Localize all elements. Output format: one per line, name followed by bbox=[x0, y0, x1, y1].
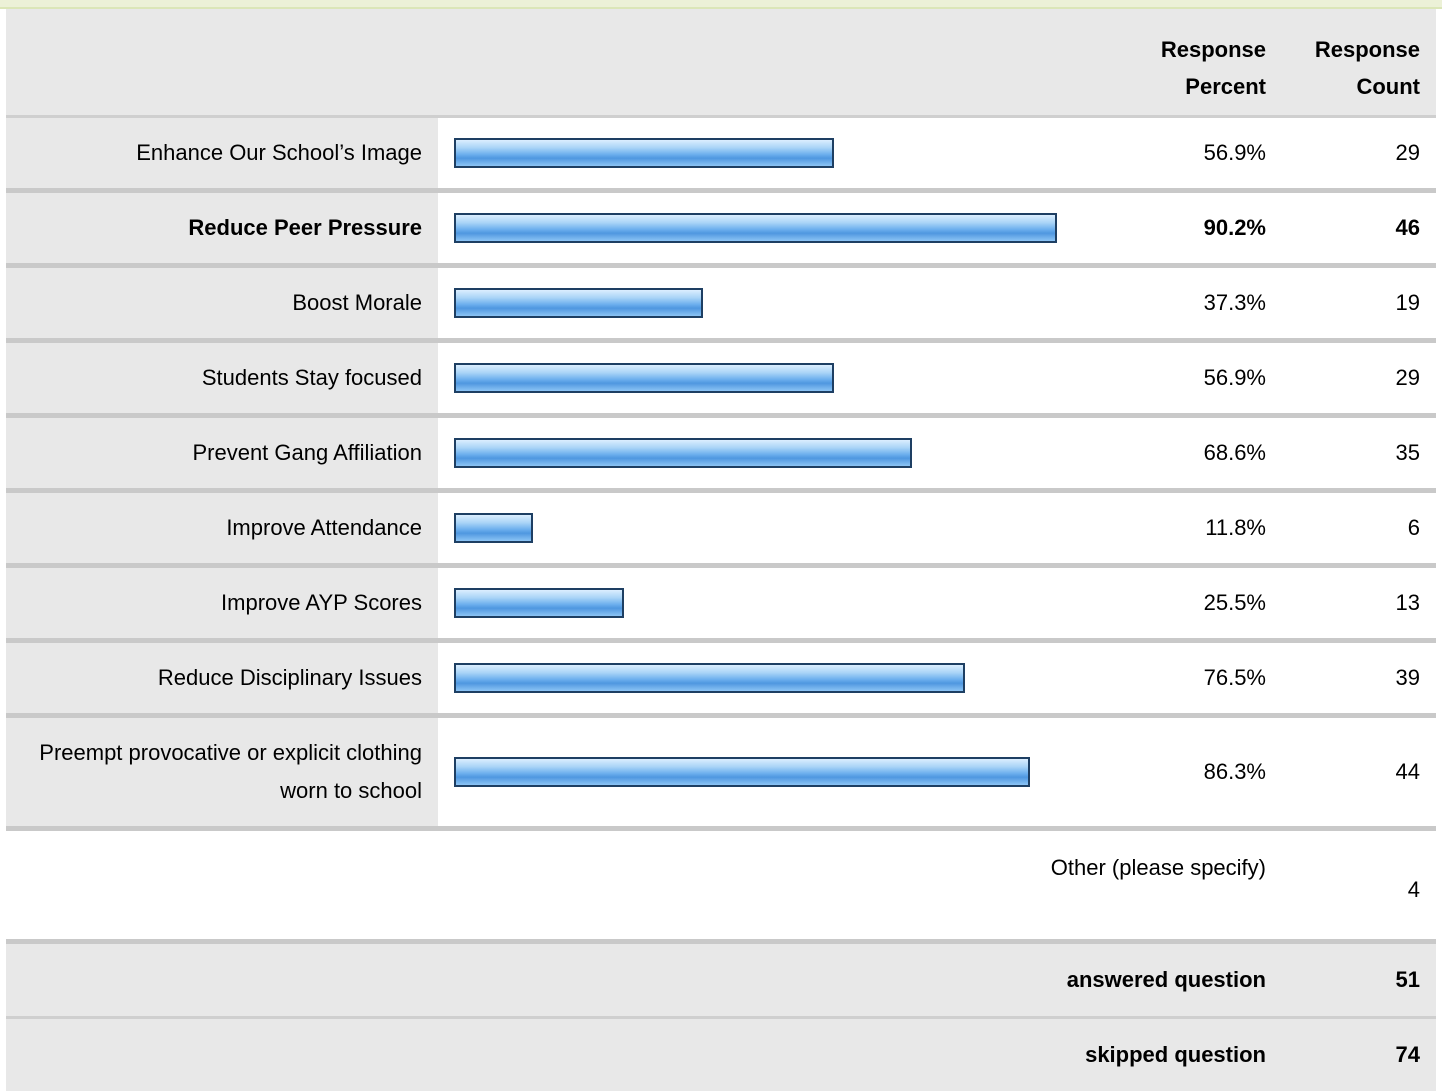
answer-label-cell: Preempt provocative or explicit clothing… bbox=[6, 718, 438, 826]
response-bar bbox=[454, 663, 965, 693]
answer-label-cell: Reduce Peer Pressure bbox=[6, 193, 438, 263]
response-bar bbox=[454, 588, 624, 618]
response-count: 19 bbox=[1395, 290, 1420, 315]
response-bar bbox=[454, 513, 533, 543]
response-percent: 86.3% bbox=[1203, 759, 1266, 784]
response-bar bbox=[454, 438, 912, 468]
response-percent: 56.9% bbox=[1203, 365, 1266, 390]
answer-label: Enhance Our School’s Image bbox=[136, 140, 422, 165]
answer-label-cell: Improve Attendance bbox=[6, 493, 438, 563]
answer-rows: Enhance Our School’s Image 56.9% 29 Reduce … bbox=[6, 118, 1436, 831]
top-strip bbox=[0, 0, 1442, 9]
answer-label: Improve Attendance bbox=[226, 515, 422, 540]
response-count: 6 bbox=[1407, 515, 1420, 540]
table-row: Preempt provocative or explicit clothing… bbox=[6, 718, 1436, 826]
response-percent: 37.3% bbox=[1203, 290, 1266, 315]
header-response-percent: Response Percent bbox=[1160, 37, 1266, 99]
table-header: Response Percent Response Count bbox=[6, 9, 1436, 115]
bar-track bbox=[454, 663, 1122, 693]
answer-label-cell: Prevent Gang Affiliation bbox=[6, 418, 438, 488]
response-count: 44 bbox=[1395, 759, 1420, 784]
bar-track bbox=[454, 213, 1122, 243]
response-percent: 76.5% bbox=[1203, 665, 1266, 690]
bar-track bbox=[454, 438, 1122, 468]
table-row: Improve AYP Scores 25.5% 13 bbox=[6, 568, 1436, 638]
answer-label-cell: Improve AYP Scores bbox=[6, 568, 438, 638]
answer-label-cell: Enhance Our School’s Image bbox=[6, 118, 438, 188]
bar-track bbox=[454, 363, 1122, 393]
response-percent: 90.2% bbox=[1203, 215, 1266, 240]
response-percent: 25.5% bbox=[1203, 590, 1266, 615]
answered-row: answered question 51 bbox=[6, 944, 1436, 1016]
answer-label-cell: Reduce Disciplinary Issues bbox=[6, 643, 438, 713]
response-bar bbox=[454, 213, 1057, 243]
bar-track bbox=[454, 138, 1122, 168]
response-table: Response Percent Response Count Enhance … bbox=[6, 9, 1436, 1091]
answer-label: Students Stay focused bbox=[201, 365, 422, 390]
response-percent: 11.8% bbox=[1205, 515, 1266, 540]
answer-label-cell: Students Stay focused bbox=[6, 343, 438, 413]
skipped-row: skipped question 74 bbox=[6, 1019, 1436, 1091]
answer-label: Improve AYP Scores bbox=[221, 590, 422, 615]
other-label[interactable]: Other (please specify) bbox=[1051, 855, 1266, 881]
bar-track bbox=[454, 288, 1122, 318]
table-row: Reduce Disciplinary Issues 76.5% 39 bbox=[6, 643, 1436, 713]
bar-track bbox=[454, 757, 1122, 787]
response-count: 39 bbox=[1395, 665, 1420, 690]
response-bar bbox=[454, 138, 834, 168]
response-count: 35 bbox=[1395, 440, 1420, 465]
table-row: Students Stay focused 56.9% 29 bbox=[6, 343, 1436, 413]
bar-track bbox=[454, 588, 1122, 618]
answer-label: Prevent Gang Affiliation bbox=[192, 440, 422, 465]
skipped-value: 74 bbox=[1395, 1042, 1420, 1067]
response-count: 46 bbox=[1395, 215, 1420, 240]
answer-label: Reduce Disciplinary Issues bbox=[157, 665, 422, 690]
response-percent: 68.6% bbox=[1203, 440, 1266, 465]
response-bar bbox=[454, 288, 703, 318]
response-count: 29 bbox=[1395, 140, 1420, 165]
bar-track bbox=[454, 513, 1122, 543]
response-bar bbox=[454, 757, 1030, 787]
answer-label-cell: Boost Morale bbox=[6, 268, 438, 338]
other-row: Other (please specify) 4 bbox=[6, 831, 1436, 939]
skipped-label: skipped question bbox=[1085, 1042, 1266, 1067]
answered-value: 51 bbox=[1395, 967, 1420, 992]
table-row: Boost Morale 37.3% 19 bbox=[6, 268, 1436, 338]
answer-label: Preempt provocative or explicit clothing… bbox=[39, 740, 422, 803]
response-count: 29 bbox=[1395, 365, 1420, 390]
response-count: 13 bbox=[1395, 590, 1420, 615]
table-row: Improve Attendance 11.8% 6 bbox=[6, 493, 1436, 563]
response-percent: 56.9% bbox=[1203, 140, 1266, 165]
table-row: Reduce Peer Pressure 90.2% 46 bbox=[6, 193, 1436, 263]
answer-label: Boost Morale bbox=[292, 290, 422, 315]
header-response-count: Response Count bbox=[1314, 37, 1420, 99]
table-row: Enhance Our School’s Image 56.9% 29 bbox=[6, 118, 1436, 188]
table-row: Prevent Gang Affiliation 68.6% 35 bbox=[6, 418, 1436, 488]
other-count: 4 bbox=[1407, 877, 1420, 902]
answered-label: answered question bbox=[1066, 967, 1266, 992]
response-bar bbox=[454, 363, 834, 393]
answer-label: Reduce Peer Pressure bbox=[188, 215, 422, 240]
